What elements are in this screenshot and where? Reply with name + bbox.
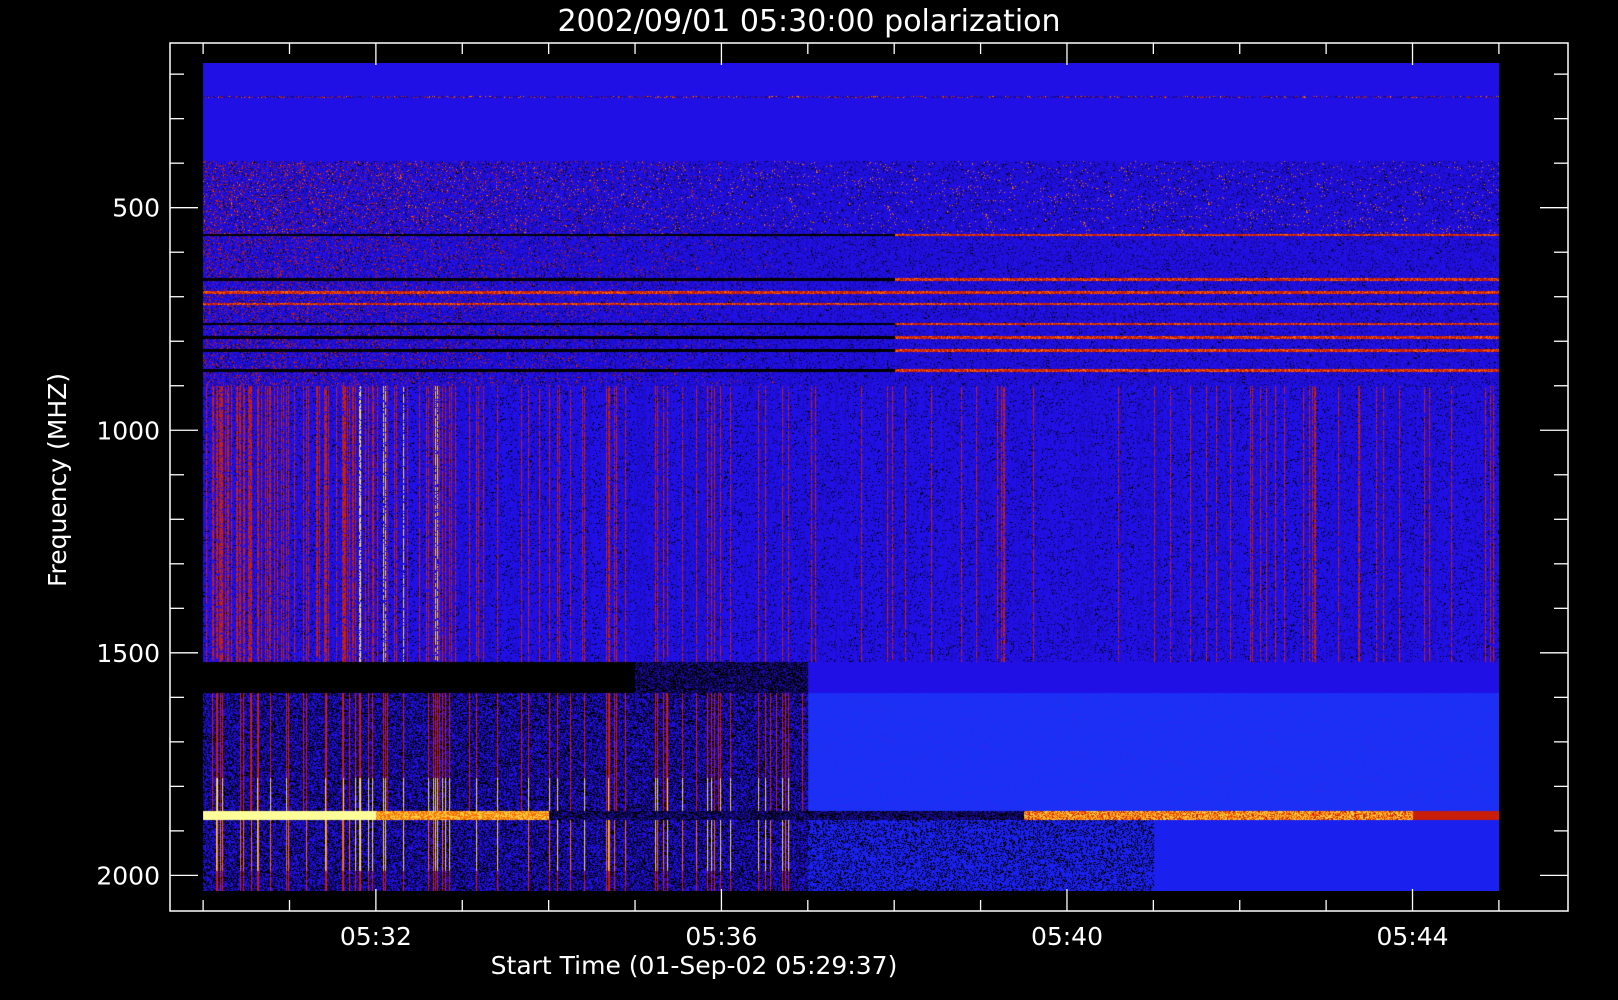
y-tick-label: 1500: [96, 639, 160, 668]
y-tick-label: 500: [112, 194, 160, 223]
chart-title: 2002/09/01 05:30:00 polarization: [557, 4, 1060, 39]
x-tick-label: 05:32: [340, 922, 412, 951]
spectrogram-image: [203, 63, 1500, 891]
y-tick-label: 1000: [96, 416, 160, 445]
y-tick-label: 2000: [96, 861, 160, 890]
spectrogram-raster: [203, 63, 1500, 891]
x-tick-label: 05:44: [1376, 922, 1448, 951]
y-axis-title: Frequency (MHZ): [43, 373, 72, 587]
spectrogram-chart: 500 1000 1500 2000 05:32 05:36 05:40 05:44 2002…: [43, 4, 1569, 980]
x-tick-label: 05:36: [685, 922, 757, 951]
x-tick-label: 05:40: [1031, 922, 1103, 951]
x-axis-title: Start Time (01-Sep-02 05:29:37): [491, 951, 898, 980]
